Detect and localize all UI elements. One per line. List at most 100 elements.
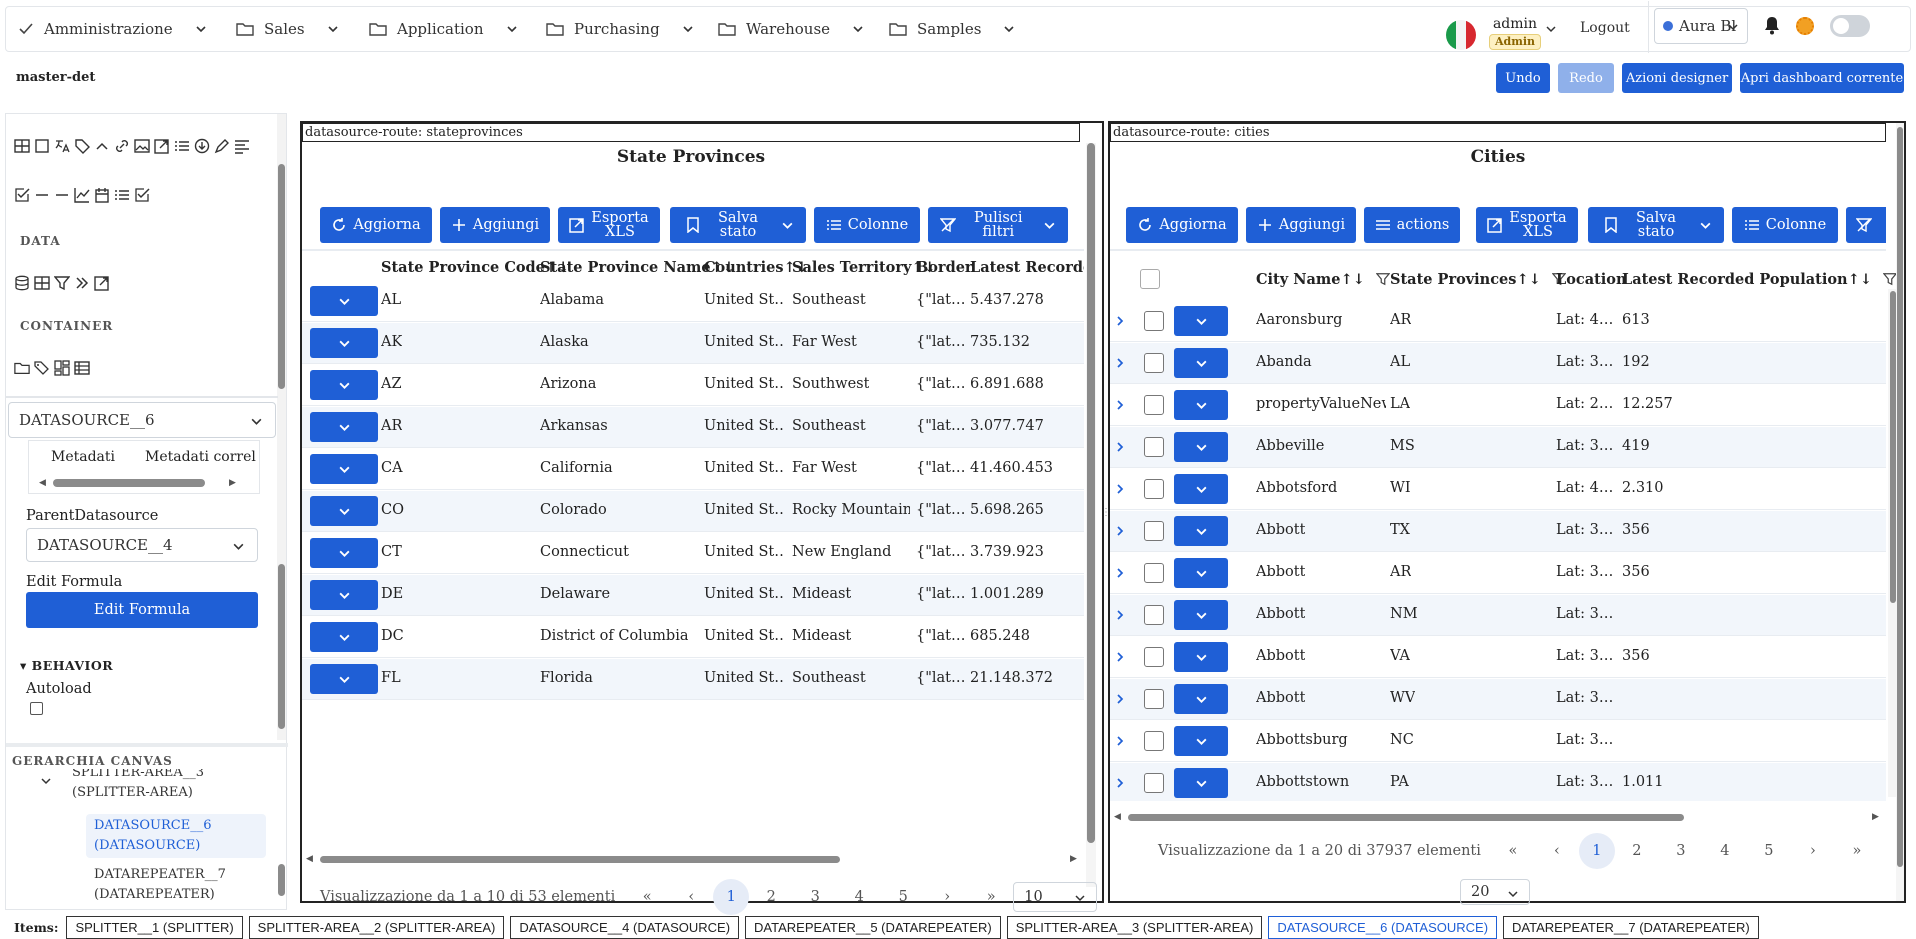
page-3[interactable]: 3 bbox=[1659, 843, 1703, 859]
bell-icon[interactable] bbox=[1763, 15, 1781, 35]
row-expand-button[interactable] bbox=[1174, 390, 1228, 420]
column-header-location[interactable]: Location bbox=[1556, 271, 1627, 288]
menu-amministrazione[interactable]: Amministrazione bbox=[18, 7, 207, 51]
last-page-icon[interactable]: » bbox=[1835, 843, 1879, 859]
table-row[interactable]: Abbottsburg NC Lat: 3… bbox=[1110, 721, 1886, 762]
sort-icon[interactable]: ↑↓ bbox=[1516, 271, 1540, 288]
table-row[interactable]: Abbott NM Lat: 3… bbox=[1110, 595, 1886, 636]
list-icon[interactable] bbox=[114, 187, 130, 203]
table-row[interactable]: Abbotsford WI Lat: 4… 2.310 bbox=[1110, 469, 1886, 510]
chevron-down-icon[interactable] bbox=[40, 775, 52, 787]
table-row[interactable]: Aaronsburg AR Lat: 4… 613 bbox=[1110, 301, 1886, 342]
tab-metadati-correlati[interactable]: Metadati correl bbox=[145, 449, 256, 465]
row-expand-button[interactable] bbox=[1174, 726, 1228, 756]
save-state-button[interactable]: Salva stato bbox=[670, 207, 806, 243]
pencil-icon[interactable] bbox=[214, 138, 230, 154]
chevron-right-icon[interactable] bbox=[1114, 483, 1126, 495]
chevron-right-icon[interactable] bbox=[1114, 651, 1126, 663]
tree-node-datasource-6[interactable]: DATASOURCE__6 (DATASOURCE) bbox=[86, 814, 266, 858]
refresh-button[interactable]: Aggiorna bbox=[320, 207, 432, 243]
row-expand-button[interactable] bbox=[1174, 516, 1228, 546]
chevron-down-icon[interactable] bbox=[1545, 23, 1557, 35]
sidebar-scrollbar[interactable] bbox=[277, 114, 286, 740]
row-checkbox[interactable] bbox=[1144, 395, 1164, 415]
row-expand-button[interactable] bbox=[310, 286, 378, 316]
column-header-city-name[interactable]: City Name↑↓ bbox=[1256, 271, 1391, 288]
filter-icon[interactable] bbox=[1882, 272, 1898, 286]
chevron-right-icon[interactable] bbox=[1114, 525, 1126, 537]
table-icon[interactable] bbox=[74, 360, 90, 376]
row-expand-button[interactable] bbox=[310, 496, 378, 526]
row-checkbox[interactable] bbox=[1144, 521, 1164, 541]
prev-page-icon[interactable]: ‹ bbox=[1535, 843, 1579, 859]
refresh-button[interactable]: Aggiorna bbox=[1126, 207, 1238, 243]
undo-button[interactable]: Undo bbox=[1496, 63, 1550, 93]
select-all-checkbox[interactable] bbox=[1140, 269, 1160, 289]
redo-button[interactable]: Redo bbox=[1558, 63, 1614, 93]
table-row[interactable]: CA California United St… Far West {"lat… 41.4… bbox=[302, 449, 1084, 490]
scroll-right-icon[interactable]: ▶ bbox=[1070, 854, 1077, 864]
image-icon[interactable] bbox=[134, 138, 150, 154]
column-header-latest-recorded-population[interactable]: Latest Recorded Population↑↓ bbox=[1622, 271, 1898, 288]
chevron-down-icon[interactable] bbox=[1043, 219, 1056, 232]
chevron-right-icon[interactable] bbox=[1114, 357, 1126, 369]
row-expand-button[interactable] bbox=[1174, 642, 1228, 672]
table-row[interactable]: Abbott TX Lat: 3… 356 bbox=[1110, 511, 1886, 552]
page-size-select[interactable]: 20 bbox=[1460, 879, 1530, 905]
prev-page-icon[interactable]: ‹ bbox=[669, 889, 713, 905]
edit-formula-button[interactable]: Edit Formula bbox=[26, 592, 258, 628]
row-expand-button[interactable] bbox=[310, 580, 378, 610]
table-row[interactable]: DE Delaware United St… Mideast {"lat… 1.001.2… bbox=[302, 575, 1084, 616]
checkbox-icon[interactable] bbox=[14, 187, 30, 203]
table-row[interactable]: Abbott WV Lat: 3… bbox=[1110, 679, 1886, 720]
square-icon[interactable] bbox=[34, 138, 50, 154]
table-row[interactable]: Abanda AL Lat: 3… 192 bbox=[1110, 343, 1886, 384]
next-page-icon[interactable]: › bbox=[925, 889, 969, 905]
menu-purchasing[interactable]: Purchasing bbox=[546, 7, 694, 51]
chevron-right-icon[interactable] bbox=[1114, 777, 1126, 789]
table-row[interactable]: Abbottstown PA Lat: 3… 1.011 bbox=[1110, 763, 1886, 801]
row-checkbox[interactable] bbox=[1144, 605, 1164, 625]
chevron-up-icon[interactable] bbox=[94, 138, 110, 154]
panel-vertical-scrollbar[interactable] bbox=[1086, 143, 1096, 887]
export-xls-button[interactable]: Esporta XLS bbox=[558, 207, 660, 243]
row-checkbox[interactable] bbox=[1144, 479, 1164, 499]
export-xls-button[interactable]: Esporta XLS bbox=[1476, 207, 1578, 243]
minus-icon[interactable] bbox=[34, 187, 50, 203]
save-state-button[interactable]: Salva stato bbox=[1588, 207, 1724, 243]
chevron-right-icon[interactable] bbox=[1114, 693, 1126, 705]
page-1[interactable]: 1 bbox=[1578, 833, 1615, 869]
row-checkbox[interactable] bbox=[1144, 353, 1164, 373]
autoload-checkbox[interactable] bbox=[30, 702, 43, 715]
splitter[interactable] bbox=[6, 743, 288, 747]
align-left-icon[interactable] bbox=[234, 138, 250, 154]
add-button[interactable]: Aggiungi bbox=[1246, 207, 1356, 243]
tag-icon[interactable] bbox=[74, 138, 90, 154]
scroll-left-icon[interactable]: ◀ bbox=[1114, 812, 1121, 822]
menu-sales[interactable]: Sales bbox=[236, 7, 339, 51]
user-menu[interactable]: admin Admin bbox=[1486, 15, 1544, 50]
first-page-icon[interactable]: « bbox=[625, 889, 669, 905]
chevron-right-icon[interactable] bbox=[1114, 315, 1126, 327]
parent-datasource-select[interactable]: DATASOURCE__4 bbox=[26, 528, 258, 562]
tree-node-splitter-area-3[interactable]: SPLITTER-AREA__3 (SPLITTER-AREA) bbox=[72, 769, 204, 803]
sort-icon[interactable]: ↑↓ bbox=[1848, 271, 1872, 288]
scroll-up-icon[interactable] bbox=[278, 434, 287, 454]
row-checkbox[interactable] bbox=[1144, 311, 1164, 331]
download-circle-icon[interactable] bbox=[194, 138, 210, 154]
row-checkbox[interactable] bbox=[1144, 689, 1164, 709]
grid-icon[interactable] bbox=[14, 138, 30, 154]
table-row[interactable]: AR Arkansas United St… Southeast {"lat… 3.077… bbox=[302, 407, 1084, 448]
translate-icon[interactable] bbox=[54, 138, 70, 154]
chevron-down-icon[interactable] bbox=[781, 219, 794, 232]
scrollbar-thumb[interactable] bbox=[1128, 814, 1684, 821]
row-checkbox[interactable] bbox=[1144, 773, 1164, 793]
double-chevron-right-icon[interactable] bbox=[74, 275, 90, 291]
next-page-icon[interactable]: › bbox=[1791, 843, 1835, 859]
row-checkbox[interactable] bbox=[1144, 647, 1164, 667]
italy-flag-icon[interactable] bbox=[1446, 20, 1476, 50]
sort-icon[interactable]: ↑↓ bbox=[1340, 271, 1364, 288]
chevron-right-icon[interactable] bbox=[1114, 399, 1126, 411]
clear-filters-button[interactable]: Puf bbox=[1846, 207, 1886, 243]
chevron-right-icon[interactable] bbox=[1114, 735, 1126, 747]
